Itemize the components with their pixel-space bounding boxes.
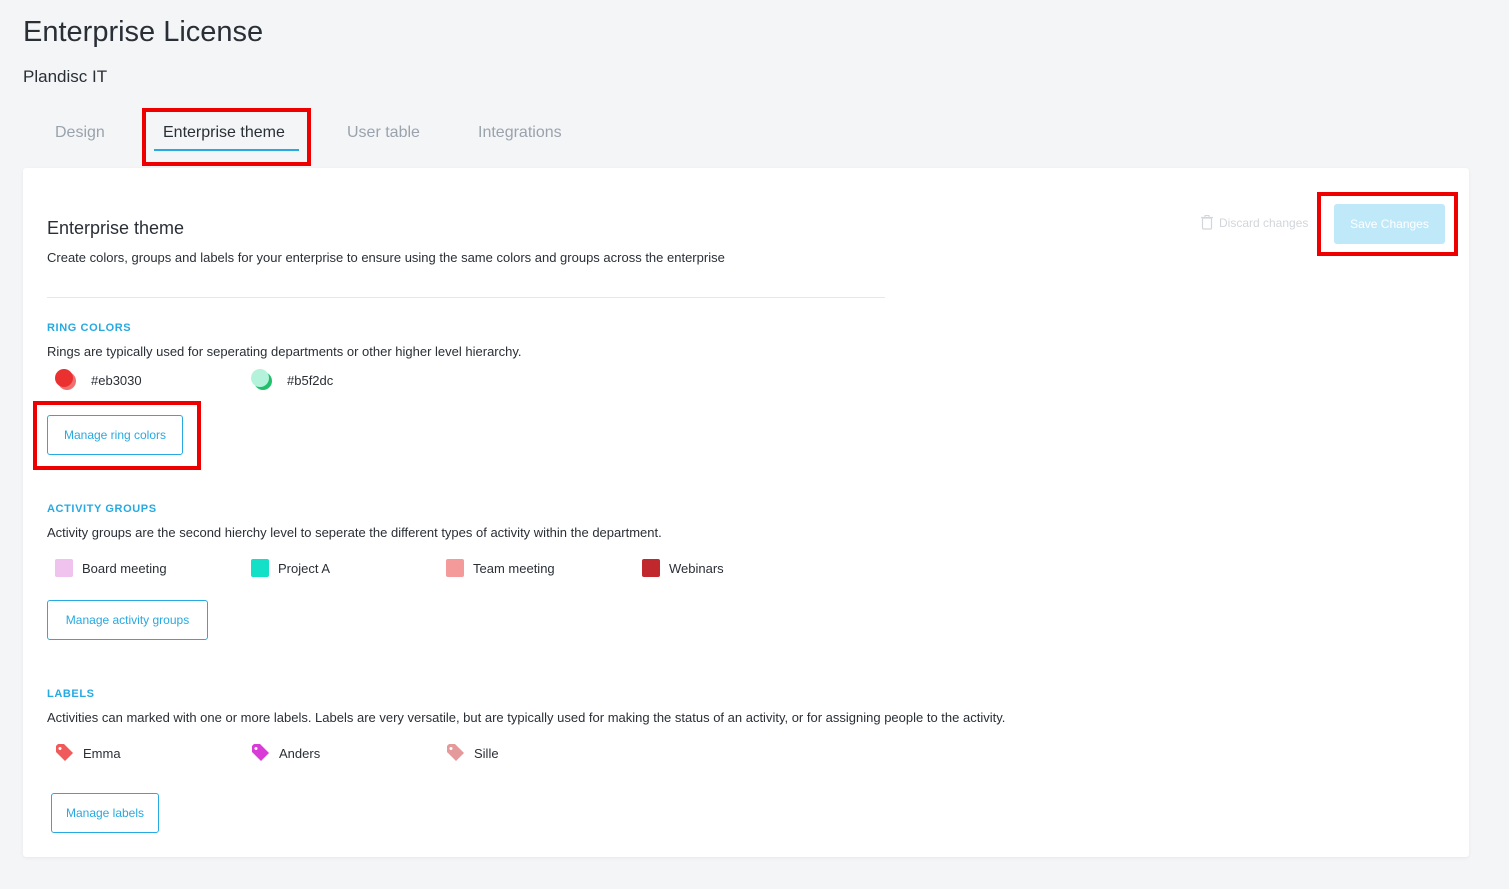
activity-groups-title: ACTIVITY GROUPS bbox=[47, 503, 157, 515]
active-tab-indicator bbox=[154, 149, 299, 151]
save-changes-button[interactable]: Save Changes bbox=[1334, 204, 1445, 244]
activity-group-item: Board meeting bbox=[55, 559, 167, 577]
label-name: Sille bbox=[474, 745, 499, 761]
page-subtitle: Plandisc IT bbox=[23, 67, 108, 86]
tab-user-table[interactable]: User table bbox=[347, 124, 420, 142]
card-description: Create colors, groups and labels for you… bbox=[47, 250, 725, 265]
tag-icon bbox=[56, 744, 73, 761]
page-title: Enterprise License bbox=[23, 16, 264, 48]
activity-group-swatch bbox=[446, 559, 464, 577]
activity-group-swatch bbox=[55, 559, 73, 577]
trash-icon bbox=[1201, 215, 1213, 230]
manage-ring-colors-button[interactable]: Manage ring colors bbox=[47, 415, 183, 455]
tag-icon bbox=[447, 744, 464, 761]
activity-group-item: Webinars bbox=[642, 559, 724, 577]
ring-color-swatch bbox=[251, 369, 273, 391]
tab-integrations[interactable]: Integrations bbox=[478, 124, 562, 142]
activity-groups-description: Activity groups are the second hierchy l… bbox=[47, 525, 662, 540]
manage-labels-button[interactable]: Manage labels bbox=[51, 793, 159, 833]
ring-color-swatch bbox=[55, 369, 77, 391]
ring-color-label: #eb3030 bbox=[91, 372, 142, 388]
discard-changes-label: Discard changes bbox=[1219, 215, 1309, 230]
ring-color-item: #eb3030 bbox=[55, 369, 142, 391]
labels-description: Activities can marked with one or more l… bbox=[47, 710, 1006, 725]
label-name: Anders bbox=[279, 745, 321, 761]
labels-title: LABELS bbox=[47, 688, 95, 700]
activity-group-label: Webinars bbox=[669, 560, 724, 576]
manage-activity-groups-button[interactable]: Manage activity groups bbox=[47, 600, 208, 640]
tab-enterprise-theme[interactable]: Enterprise theme bbox=[163, 124, 285, 142]
ring-color-label: #b5f2dc bbox=[287, 372, 334, 388]
ring-color-item: #b5f2dc bbox=[251, 369, 333, 391]
label-item: Emma bbox=[55, 744, 121, 762]
activity-group-swatch bbox=[251, 559, 269, 577]
activity-group-label: Board meeting bbox=[82, 560, 167, 576]
ring-colors-description: Rings are typically used for seperating … bbox=[47, 344, 522, 359]
activity-group-label: Project A bbox=[278, 560, 331, 576]
label-name: Emma bbox=[83, 745, 121, 761]
tag-icon bbox=[252, 744, 269, 761]
activity-group-label: Team meeting bbox=[473, 560, 555, 576]
discard-changes-button[interactable]: Discard changes bbox=[1201, 215, 1308, 230]
activity-group-item: Project A bbox=[251, 559, 330, 577]
label-item: Sille bbox=[446, 744, 499, 762]
card-title: Enterprise theme bbox=[47, 218, 185, 238]
activity-group-swatch bbox=[642, 559, 660, 577]
enterprise-theme-card: Enterprise theme Create colors, groups a… bbox=[23, 168, 1469, 857]
divider bbox=[47, 297, 885, 298]
ring-colors-title: RING COLORS bbox=[47, 322, 132, 334]
label-item: Anders bbox=[251, 744, 320, 762]
tab-bar: Design Enterprise theme User table Integ… bbox=[0, 108, 700, 166]
activity-group-item: Team meeting bbox=[446, 559, 555, 577]
tab-design[interactable]: Design bbox=[55, 124, 105, 142]
